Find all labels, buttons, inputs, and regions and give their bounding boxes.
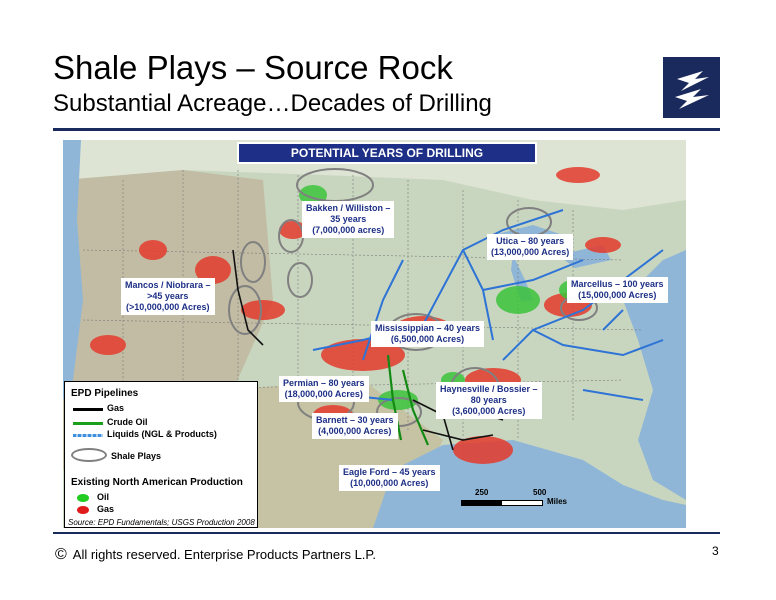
- label-barnett-line1: Barnett – 30 years: [316, 415, 394, 425]
- oil-dot-swatch: [77, 494, 89, 502]
- legend-liquids: Liquids (NGL & Products): [107, 429, 217, 439]
- scale-bar: 250 500 Miles: [461, 488, 591, 510]
- label-barnett: Barnett – 30 years (4,000,000 Acres): [312, 413, 398, 439]
- label-marcellus-line1: Marcellus – 100 years: [571, 279, 664, 289]
- label-utica-line1: Utica – 80 years: [496, 236, 565, 246]
- label-bakken-line2: 35 years: [330, 214, 367, 224]
- scale-unit: Miles: [547, 497, 568, 506]
- label-mancos-line3: (>10,000,000 Acres): [126, 302, 210, 312]
- legend-shale: Shale Plays: [111, 451, 162, 461]
- legend-gas-production: Gas: [97, 504, 115, 514]
- label-mississippian-line1: Mississippian – 40 years: [375, 323, 481, 333]
- label-eagle-ford-line2: (10,000,000 Acres): [350, 478, 429, 488]
- page-number: 3: [712, 544, 719, 558]
- logo-bolt-icon: [675, 71, 709, 109]
- slide-title: Shale Plays – Source Rock: [53, 49, 453, 86]
- label-mississippian: Mississippian – 40 years (6,500,000 Acre…: [371, 321, 485, 347]
- label-marcellus-line2: (15,000,000 Acres): [578, 290, 657, 300]
- label-haynesville-line3: (3,600,000 Acres): [452, 406, 526, 416]
- label-haynesville: Haynesville / Bossier – 80 years (3,600,…: [436, 382, 542, 419]
- label-mancos: Mancos / Niobrara – >45 years (>10,000,0…: [121, 278, 215, 315]
- label-eagle-ford: Eagle Ford – 45 years (10,000,000 Acres): [339, 465, 440, 491]
- map-banner: POTENTIAL YEARS OF DRILLING: [237, 142, 537, 164]
- map-legend: EPD Pipelines Gas Crude Oil Liquids (NGL…: [64, 381, 258, 528]
- label-bakken-line1: Bakken / Williston –: [306, 203, 391, 213]
- label-mancos-line2: >45 years: [147, 291, 189, 301]
- label-utica: Utica – 80 years (13,000,000 Acres): [487, 234, 574, 260]
- legend-source: Source: EPD Fundamentals; USGS Productio…: [68, 518, 255, 527]
- label-eagle-ford-line1: Eagle Ford – 45 years: [343, 467, 436, 477]
- legend-gas: Gas: [107, 403, 125, 413]
- label-marcellus: Marcellus – 100 years (15,000,000 Acres): [567, 277, 668, 303]
- scale-tick-500: 500: [533, 488, 547, 497]
- label-utica-line2: (13,000,000 Acres): [491, 247, 570, 257]
- company-logo: [663, 57, 720, 118]
- liquids-line-swatch: [73, 434, 103, 437]
- footer-rule: [53, 532, 720, 534]
- label-haynesville-line1: Haynesville / Bossier –: [440, 384, 538, 394]
- crude-line-swatch: [73, 422, 103, 425]
- gas-line-swatch: [73, 408, 103, 411]
- legend-crude: Crude Oil: [107, 417, 148, 427]
- label-barnett-line2: (4,000,000 Acres): [318, 426, 392, 436]
- label-mancos-line1: Mancos / Niobrara –: [125, 280, 211, 290]
- label-bakken-line3: (7,000,000 acres): [312, 225, 385, 235]
- scale-tick-250: 250: [475, 488, 489, 497]
- copyright-icon: ©: [55, 546, 67, 563]
- label-permian: Permian – 80 years (18,000,000 Acres): [279, 376, 369, 402]
- legend-oil: Oil: [97, 492, 110, 502]
- legend-pipelines-title: EPD Pipelines: [71, 388, 139, 399]
- label-haynesville-line2: 80 years: [470, 395, 507, 405]
- shale-play-swatch: [71, 448, 107, 462]
- label-bakken: Bakken / Williston – 35 years (7,000,000…: [302, 201, 395, 238]
- footer: © All rights reserved. Enterprise Product…: [55, 546, 376, 564]
- header-rule: [53, 128, 720, 131]
- legend-production-title: Existing North American Production: [71, 477, 243, 488]
- label-permian-line2: (18,000,000 Acres): [284, 389, 363, 399]
- gas-dot-swatch: [77, 506, 89, 514]
- footer-text: All rights reserved. Enterprise Products…: [72, 547, 377, 562]
- scale-bar-graphic: [461, 500, 543, 506]
- slide-subtitle: Substantial Acreage…Decades of Drilling: [53, 90, 492, 117]
- label-mississippian-line2: (6,500,000 Acres): [390, 334, 465, 344]
- label-permian-line1: Permian – 80 years: [283, 378, 365, 388]
